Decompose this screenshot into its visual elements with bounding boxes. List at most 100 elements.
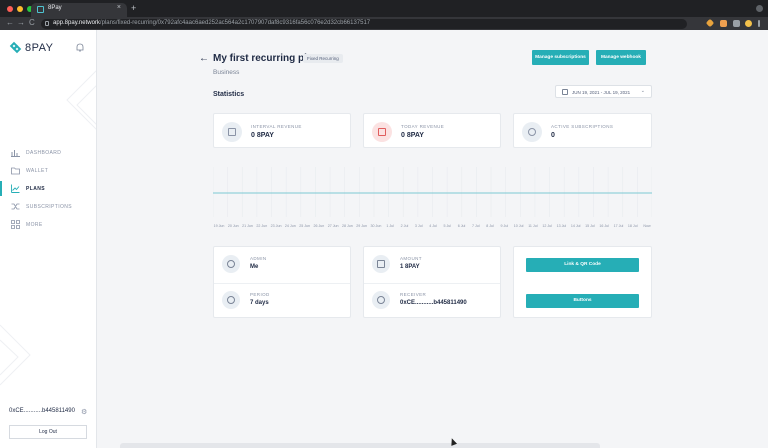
amount-value: 1 8PAY <box>400 264 420 270</box>
x-tick-label: 26 Jun <box>313 224 325 228</box>
x-tick-label: 8 Jul <box>486 224 494 228</box>
x-tick-label: 5 Jul <box>443 224 452 228</box>
period-label: PERIOD <box>250 292 270 297</box>
extensions-icon[interactable] <box>733 20 740 27</box>
x-tick-label: 12 Jul <box>542 224 552 228</box>
admin-value: Me <box>250 264 259 270</box>
logo-mark-icon <box>9 41 22 54</box>
metamask-extension-icon[interactable] <box>720 20 727 27</box>
admin-row: ADMIN Me <box>214 247 350 283</box>
sidebar-item-label: MORE <box>26 221 43 228</box>
x-tick-label: 20 Jun <box>227 224 239 228</box>
x-tick-label: 16 Jul <box>599 224 609 228</box>
star-icon[interactable] <box>705 18 715 28</box>
back-nav-icon[interactable]: ← <box>6 18 14 27</box>
coins-icon <box>372 255 390 273</box>
sidebar-item-wallet[interactable]: WALLET <box>11 166 48 175</box>
background-pattern <box>66 70 96 130</box>
sidebar-item-label: DASHBOARD <box>26 149 62 156</box>
buttons-button[interactable]: Buttons <box>526 294 639 308</box>
stat-card-interval-revenue: INTERVAL REVENUE 0 8PAY <box>213 113 351 148</box>
tab-close-icon[interactable]: × <box>117 4 121 11</box>
browser-toolbar: ← → C app.8pay.network/plans/fixed-recur… <box>0 17 768 30</box>
x-tick-label: 23 Jun <box>270 224 282 228</box>
receiver-row: RECEIVER 0xCE...........b445811490 <box>364 283 500 319</box>
sidebar-item-subscriptions[interactable]: SUBSCRIPTIONS <box>11 202 72 211</box>
address-bar[interactable]: app.8pay.network/plans/fixed-recurring/0… <box>41 19 687 29</box>
user-icon <box>372 291 390 309</box>
x-tick-label: 19 Jun <box>213 224 225 228</box>
logo[interactable]: 8PAY <box>9 41 54 54</box>
bar-chart-icon <box>11 150 20 157</box>
url-text: app.8pay.network/plans/fixed-recurring/0… <box>53 20 371 26</box>
x-tick-label: 28 Jun <box>341 224 353 228</box>
browser-tab[interactable]: 8Pay × <box>31 3 127 17</box>
receiver-value: 0xCE...........b445811490 <box>400 300 467 306</box>
receiver-label: RECEIVER <box>400 292 427 297</box>
amount-label: AMOUNT <box>400 256 422 261</box>
new-tab-button[interactable]: + <box>131 3 136 13</box>
x-tick-label: 24 Jun <box>284 224 296 228</box>
x-tick-label: 14 Jul <box>570 224 581 228</box>
x-tick-label: 17 Jul <box>613 224 624 228</box>
x-tick-label: 1 Jul <box>386 224 394 228</box>
sidebar-item-more[interactable]: MORE <box>11 220 43 229</box>
grid-icon <box>11 220 20 229</box>
sidebar-item-label: WALLET <box>26 167 49 174</box>
back-arrow-icon[interactable]: ← <box>199 53 209 64</box>
x-tick-label: Now <box>643 224 651 228</box>
x-tick-label: 22 Jun <box>256 224 268 228</box>
user-icon <box>522 122 542 142</box>
info-icon <box>222 255 240 273</box>
page-bottom-edge <box>120 443 600 448</box>
minimize-window-button[interactable] <box>17 6 23 12</box>
actions-card: Link & QR Code Buttons <box>513 246 652 318</box>
reload-icon[interactable]: C <box>29 18 35 27</box>
sidebar-item-dashboard[interactable]: DASHBOARD <box>11 148 61 157</box>
link-qr-code-button[interactable]: Link & QR Code <box>526 258 639 272</box>
stat-label: TODAY REVENUE <box>401 124 445 129</box>
x-tick-label: 15 Jul <box>585 224 595 228</box>
x-tick-label: 2 Jul <box>400 224 409 228</box>
refresh-icon <box>222 291 240 309</box>
window-menu-icon[interactable] <box>756 5 763 12</box>
profile-avatar[interactable] <box>745 20 752 27</box>
logo-text: 8PAY <box>25 42 54 54</box>
browser-menu-icon[interactable] <box>758 20 760 27</box>
x-tick-label: 13 Jul <box>556 224 567 228</box>
stat-card-active-subscriptions: ACTIVE SUBSCRIPTIONS 0 <box>513 113 652 148</box>
sidebar: 8PAY DASHBOARD WALLET PLANS SUBSCRIPTION… <box>0 30 97 448</box>
period-row: PERIOD 7 days <box>214 283 350 319</box>
background-pattern-bottom <box>0 324 31 386</box>
stat-value: 0 8PAY <box>251 132 274 139</box>
close-window-button[interactable] <box>7 6 13 12</box>
sidebar-item-label: SUBSCRIPTIONS <box>26 203 73 210</box>
forward-nav-icon[interactable]: → <box>17 18 25 27</box>
stat-label: ACTIVE SUBSCRIPTIONS <box>551 124 614 129</box>
period-value: 7 days <box>250 300 269 306</box>
admin-label: ADMIN <box>250 256 267 261</box>
coins-icon <box>222 122 242 142</box>
manage-webhook-button[interactable]: Manage webhook <box>596 50 646 65</box>
x-tick-label: 9 Jul <box>500 224 509 228</box>
calendar-icon <box>562 89 568 95</box>
x-tick-label: 27 Jun <box>327 224 339 228</box>
stat-label: INTERVAL REVENUE <box>251 124 302 129</box>
manage-subscriptions-button[interactable]: Manage subscriptions <box>532 50 589 65</box>
bell-icon[interactable] <box>76 43 84 52</box>
lock-icon <box>45 21 49 26</box>
x-tick-label: 7 Jul <box>472 224 480 228</box>
sidebar-item-plans[interactable]: PLANS <box>11 184 45 193</box>
stat-value: 0 <box>551 132 555 139</box>
x-tick-label: 11 Jul <box>528 224 538 228</box>
x-tick-label: 6 Jul <box>457 224 466 228</box>
settings-icon[interactable]: ⚙ <box>81 408 87 416</box>
wallet-address: 0xCE...........b445811490 <box>9 408 75 414</box>
sidebar-item-label: PLANS <box>26 185 45 192</box>
x-tick-label: 10 Jul <box>513 224 524 228</box>
date-range-picker[interactable]: JUN 19, 2021 - JUL 19, 2021 ⌄ <box>555 85 652 98</box>
statistics-heading: Statistics <box>213 91 245 98</box>
window-controls <box>7 6 33 12</box>
logout-button[interactable]: Log Out <box>9 425 87 439</box>
x-tick-label: 4 Jul <box>429 224 437 228</box>
